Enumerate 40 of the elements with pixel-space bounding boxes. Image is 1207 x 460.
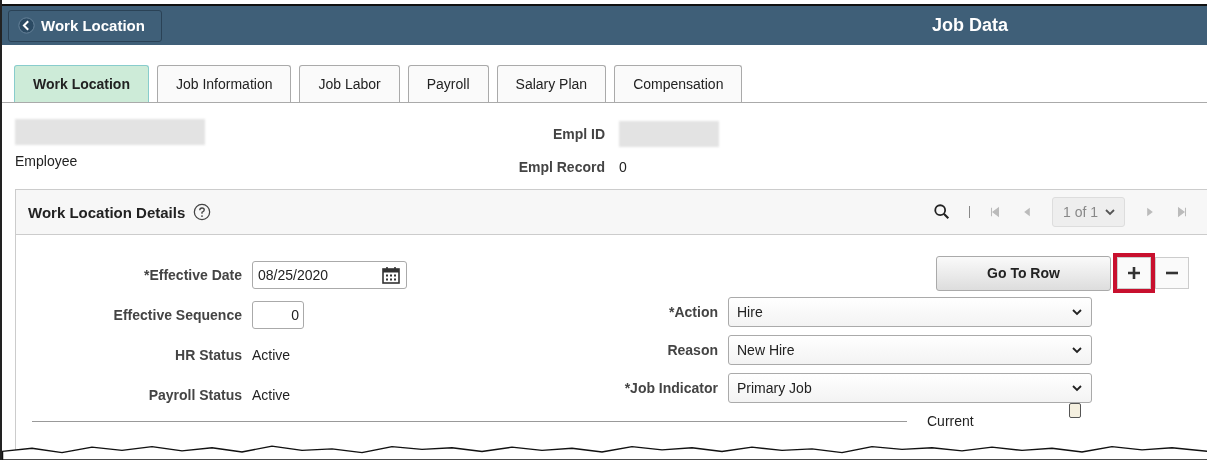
sequence-field[interactable]: 0 (252, 301, 304, 329)
chevron-down-icon (1071, 344, 1083, 356)
tab[interactable]: Work Location (14, 65, 149, 102)
empl-record-value: 0 (619, 159, 628, 176)
field-value: Active (252, 387, 291, 403)
plus-icon (1126, 265, 1142, 281)
field-value: Active (252, 347, 291, 363)
dropdown[interactable]: Hire (728, 297, 1092, 327)
panel-title: Work Location Details (28, 203, 186, 221)
current-checkbox[interactable] (1068, 403, 1081, 418)
dropdown[interactable]: New Hire (728, 335, 1092, 365)
tab[interactable]: Compensation (614, 65, 743, 102)
field-label: Effective Sequence (112, 307, 242, 323)
tab[interactable]: Job Information (156, 65, 292, 102)
delete-row-button[interactable] (1155, 257, 1189, 289)
page-title: Job Data (932, 15, 1009, 36)
calendar-icon[interactable] (381, 265, 401, 285)
field-label: *Job Indicator (623, 380, 718, 396)
date-field[interactable]: 08/25/2020 (252, 261, 407, 289)
dropdown[interactable]: Primary Job (728, 373, 1092, 403)
help-icon[interactable] (193, 203, 212, 221)
back-button[interactable]: Work Location (8, 9, 162, 42)
chevron-down-icon (1071, 382, 1083, 394)
go-to-row-button[interactable]: Go To Row (936, 255, 1111, 291)
chevron-down-icon (1071, 306, 1083, 318)
chevron-down-icon (1104, 206, 1116, 218)
employee-label: Employee (15, 153, 79, 169)
tab[interactable]: Job Labor (299, 65, 400, 102)
empl-id-label: Empl ID (551, 125, 605, 142)
field-label: *Action (668, 304, 718, 320)
back-icon (18, 17, 35, 34)
field-label: Payroll Status (147, 387, 242, 403)
empl-record-label: Empl Record (517, 159, 605, 176)
tab[interactable]: Payroll (407, 65, 489, 102)
current-label: Current (927, 413, 974, 429)
field-label: *Effective Date (142, 267, 242, 283)
field-label: HR Status (174, 347, 242, 363)
search-icon[interactable] (932, 203, 951, 221)
tab[interactable]: Salary Plan (496, 65, 607, 102)
field-label: Reason (666, 342, 718, 358)
